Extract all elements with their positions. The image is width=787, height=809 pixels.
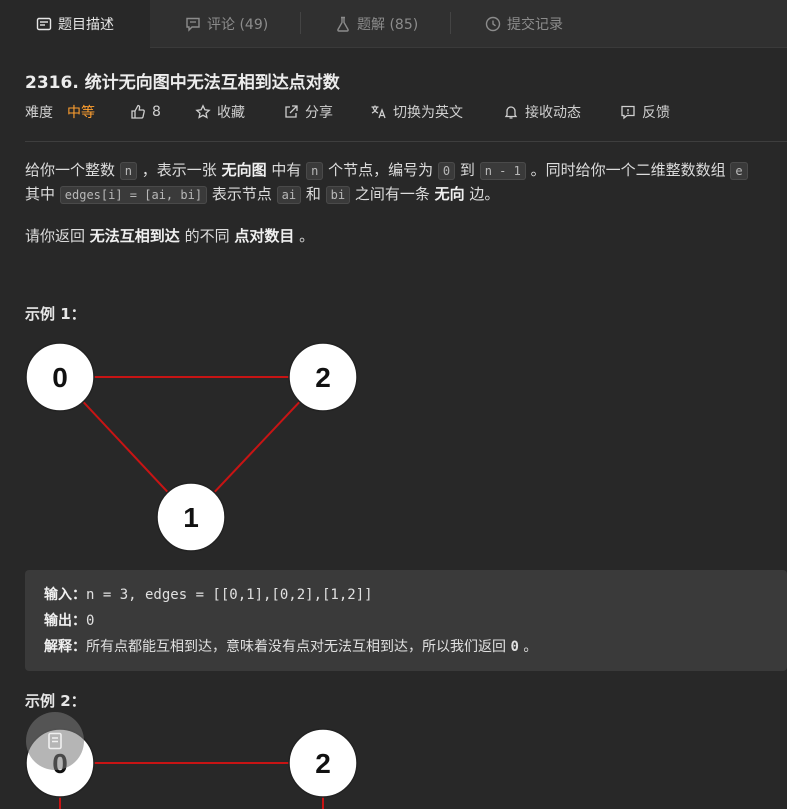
thumbs-up-icon <box>131 104 145 119</box>
example-2-heading: 示例 2： <box>25 692 86 710</box>
difficulty-label: 难度 <box>25 105 53 121</box>
floating-notes-button[interactable] <box>26 712 84 770</box>
tab-description[interactable]: 题目描述 <box>0 0 150 48</box>
description-paragraph-2: 其中 edges[i] = [ai, bi] 表示节点 ai 和 bi 之间有一… <box>25 182 499 207</box>
node-label: 0 <box>52 362 68 393</box>
text: 到 <box>455 161 480 179</box>
explanation-text: 所有点都能互相到达，意味着没有点对无法互相到达，所以我们返回 <box>86 639 511 655</box>
notes-icon <box>48 732 62 750</box>
difficulty-value: 中等 <box>67 105 95 121</box>
text: 给你一个整数 <box>25 161 120 179</box>
inline-code: n <box>119 162 138 180</box>
like-button[interactable]: 8 <box>130 104 161 120</box>
node-label: 2 <box>315 748 331 779</box>
tab-label: 题目描述 <box>58 17 114 33</box>
divider <box>25 141 787 142</box>
tab-divider <box>450 12 451 34</box>
inline-code: 0 <box>437 162 456 180</box>
tab-label: 评论 (49) <box>207 16 269 33</box>
tab-bar: 题目描述 评论 (49) 题解 (85) 提交记录 <box>0 0 787 48</box>
explanation-end: 。 <box>518 639 538 655</box>
bold-text: 无法互相到达 <box>89 227 180 245</box>
favorite-button[interactable]: 收藏 <box>195 102 245 122</box>
bold-text: 无向图 <box>221 161 267 179</box>
tab-solutions[interactable]: 题解 (85) <box>335 0 418 47</box>
text: 和 <box>301 185 326 203</box>
graph-node: 1 <box>156 482 226 552</box>
example-1-graph: 0 2 1 <box>25 342 358 552</box>
feedback-icon <box>621 105 635 120</box>
explanation-label: 解释： <box>44 639 86 655</box>
tab-label: 题解 (85) <box>357 16 419 33</box>
node-label: 2 <box>315 362 331 393</box>
text: 个节点，编号为 <box>323 161 438 179</box>
problem-title: 2316. 统计无向图中无法互相到达点对数 <box>25 73 340 93</box>
text: ，表示一张 <box>137 161 222 179</box>
inline-code: n <box>306 162 324 180</box>
example-output: 输出：0 <box>44 610 94 630</box>
text: 之间有一条 <box>350 185 435 203</box>
example-1-heading: 示例 1： <box>25 305 86 323</box>
flask-icon <box>337 16 349 32</box>
inline-code: e <box>730 162 748 180</box>
output-label: 输出： <box>44 613 86 629</box>
graph-node: 2 <box>288 342 358 412</box>
graph-node: 2 <box>288 728 358 798</box>
input-label: 输入： <box>44 587 86 603</box>
text: 。 <box>294 227 315 245</box>
description-paragraph-3: 请你返回 无法互相到达 的不同 点对数目 。 <box>25 224 314 248</box>
like-count: 8 <box>152 104 161 120</box>
text: 请你返回 <box>25 227 90 245</box>
translate-icon <box>371 105 386 119</box>
example-input: 输入：n = 3, edges = [[0,1],[0,2],[1,2]] <box>44 584 373 604</box>
share-label: 分享 <box>305 105 333 121</box>
output-value: 0 <box>86 613 95 629</box>
star-icon <box>195 104 211 119</box>
bell-icon <box>504 106 518 119</box>
text: 表示节点 <box>207 185 277 203</box>
tab-label: 提交记录 <box>507 16 563 33</box>
text: 。同时给你一个二维整数数组 <box>525 161 731 179</box>
inline-code: edges[i] = [ai, bi] <box>59 186 208 204</box>
history-icon <box>485 16 501 31</box>
feedback-button[interactable]: 反馈 <box>620 102 670 122</box>
feedback-label: 反馈 <box>642 105 670 121</box>
inline-code: bi <box>325 186 351 204</box>
node-label: 1 <box>183 502 199 533</box>
tab-divider <box>300 12 301 34</box>
bold-text: 点对数目 <box>234 227 295 245</box>
tab-comments[interactable]: 评论 (49) <box>185 0 268 47</box>
example-1-block: 输入：n = 3, edges = [[0,1],[0,2],[1,2]] 输出… <box>25 570 787 671</box>
inline-code: n - 1 <box>479 162 526 180</box>
switch-language-button[interactable]: 切换为英文 <box>370 102 463 122</box>
description-paragraph-1: 给你一个整数 n ，表示一张 无向图 中有 n 个节点，编号为 0 到 n - … <box>25 158 748 183</box>
bold-text: 无向 <box>434 185 465 203</box>
favorite-label: 收藏 <box>217 105 245 121</box>
share-icon <box>285 105 298 118</box>
subscribe-label: 接收动态 <box>525 105 581 121</box>
description-icon <box>36 17 52 31</box>
tab-submissions[interactable]: 提交记录 <box>485 0 563 47</box>
text: 边。 <box>464 185 500 203</box>
example-explanation: 解释：所有点都能互相到达，意味着没有点对无法互相到达，所以我们返回 0 。 <box>44 636 537 656</box>
share-button[interactable]: 分享 <box>283 102 333 122</box>
text: 其中 <box>25 185 60 203</box>
input-value: n = 3, edges = [[0,1],[0,2],[1,2]] <box>86 587 373 603</box>
text: 的不同 <box>179 227 235 245</box>
difficulty: 难度 中等 <box>25 102 95 122</box>
subscribe-button[interactable]: 接收动态 <box>503 102 581 122</box>
comment-icon <box>186 17 200 32</box>
graph-node: 0 <box>25 342 95 412</box>
inline-code: ai <box>276 186 302 204</box>
text: 中有 <box>266 161 307 179</box>
switch-language-label: 切换为英文 <box>393 105 463 121</box>
explanation-code: 0 <box>510 639 519 655</box>
